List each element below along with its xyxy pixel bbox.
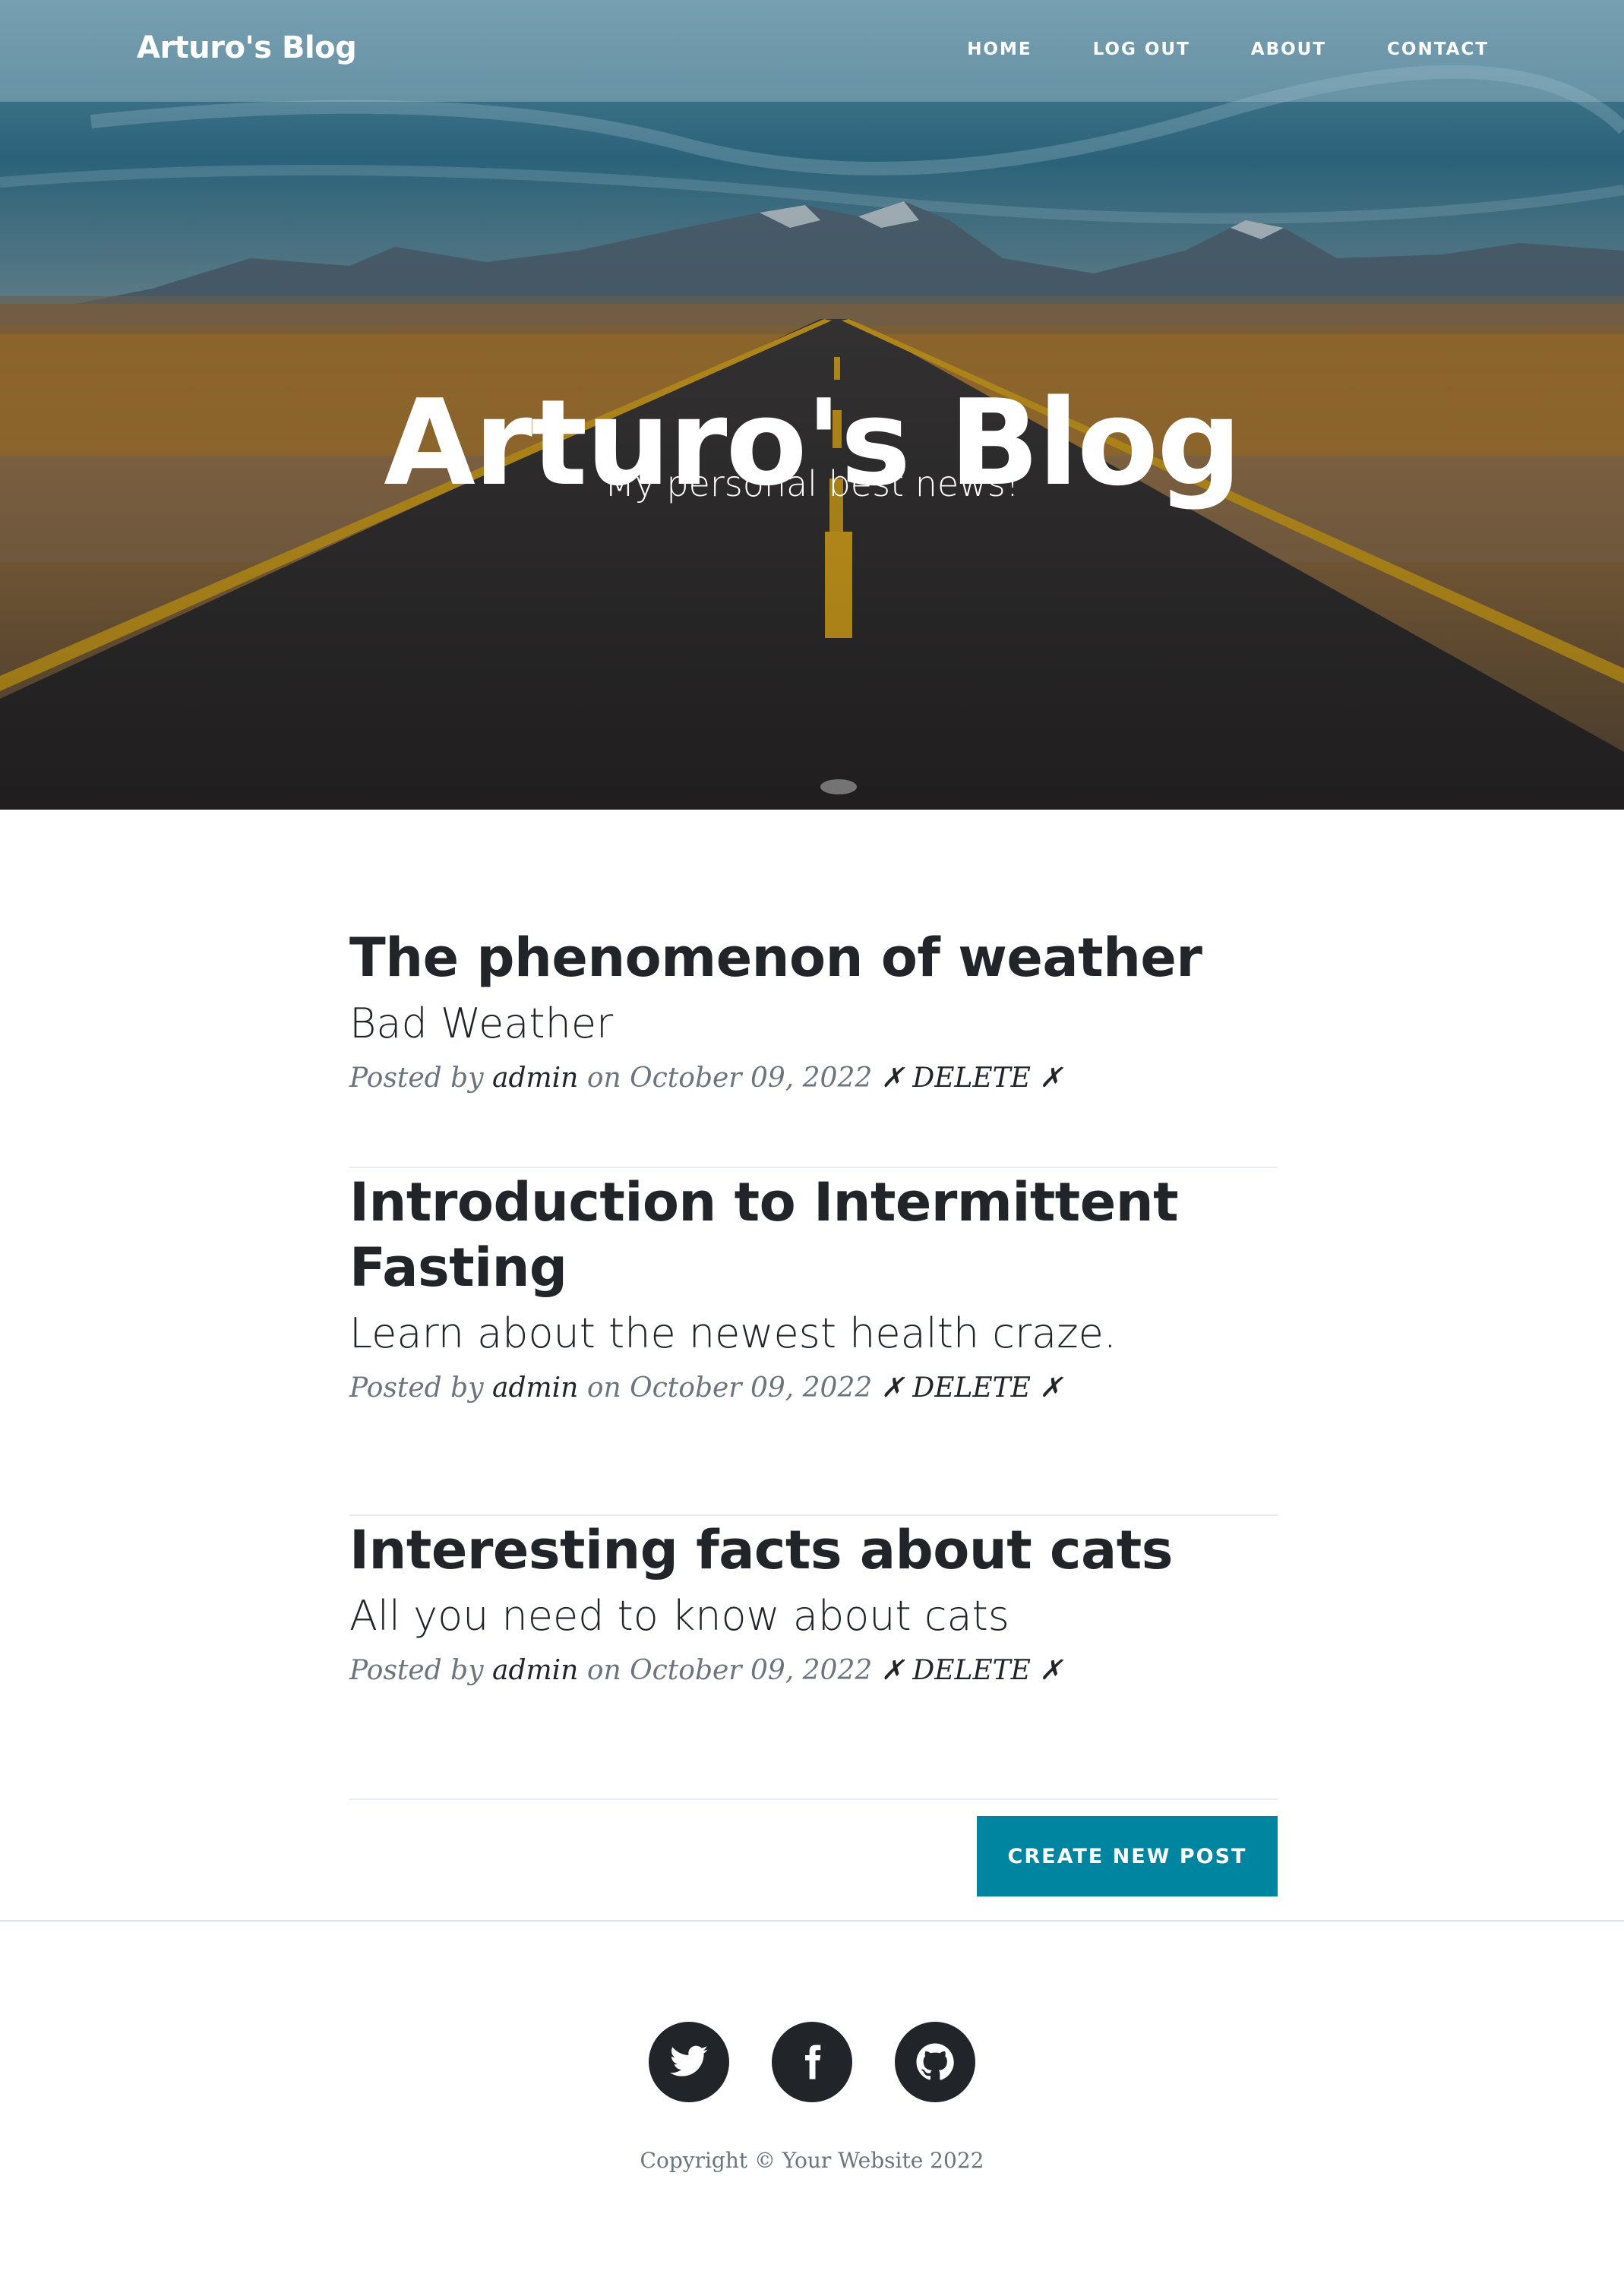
copyright-text: Copyright © Your Website 2022 (640, 2148, 984, 2173)
on-label: on (586, 1063, 621, 1094)
delete-post-link[interactable]: ✗ DELETE ✗ (881, 1655, 1063, 1686)
post-meta: Posted by admin on October 09, 2022 ✗ DE… (349, 1060, 1278, 1097)
posted-by-label: Posted by (349, 1372, 484, 1404)
post-date: October 09, 2022 (630, 1063, 873, 1094)
on-label: on (586, 1655, 621, 1686)
post-preview: Introduction to Intermittent Fasting Lea… (349, 1170, 1278, 1516)
nav-home-link[interactable]: HOME (967, 39, 1032, 59)
post-subtitle[interactable]: Learn about the newest health craze. (349, 1305, 1278, 1363)
facebook-link[interactable] (772, 2022, 852, 2102)
delete-post-link[interactable]: ✗ DELETE ✗ (881, 1063, 1063, 1094)
nav-links: HOME LOG OUT ABOUT CONTACT (967, 39, 1489, 59)
post-preview: Interesting facts about cats All you nee… (349, 1517, 1278, 1800)
hero-subtitle: My personal best news! (604, 463, 1020, 504)
facebook-icon (805, 2045, 821, 2079)
post-subtitle[interactable]: Bad Weather (349, 995, 1278, 1053)
delete-post-link[interactable]: ✗ DELETE ✗ (881, 1372, 1063, 1404)
masthead: Arturo's Blog HOME LOG OUT ABOUT CONTACT… (0, 0, 1624, 810)
github-link[interactable] (895, 2022, 975, 2102)
post-author-link[interactable]: admin (492, 1372, 578, 1404)
post-title-link[interactable]: Interesting facts about cats (349, 1517, 1278, 1583)
nav-about-link[interactable]: ABOUT (1251, 39, 1326, 59)
create-new-post-button[interactable]: CREATE NEW POST (977, 1816, 1278, 1896)
navbar: Arturo's Blog HOME LOG OUT ABOUT CONTACT (0, 0, 1624, 102)
post-author-link[interactable]: admin (492, 1063, 578, 1094)
post-meta: Posted by admin on October 09, 2022 ✗ DE… (349, 1653, 1278, 1689)
post-date: October 09, 2022 (630, 1655, 873, 1686)
nav-logout-link[interactable]: LOG OUT (1093, 39, 1190, 59)
post-author-link[interactable]: admin (492, 1655, 578, 1686)
footer-divider (0, 1920, 1624, 1922)
on-label: on (586, 1372, 621, 1404)
social-links (0, 2022, 1624, 2102)
twitter-icon (670, 2045, 708, 2076)
post-meta: Posted by admin on October 09, 2022 ✗ DE… (349, 1370, 1278, 1407)
post-subtitle[interactable]: All you need to know about cats (349, 1587, 1278, 1645)
nav-contact-link[interactable]: CONTACT (1387, 39, 1489, 59)
posted-by-label: Posted by (349, 1655, 484, 1686)
post-preview: The phenomenon of weather Bad Weather Po… (349, 925, 1278, 1168)
post-date: October 09, 2022 (630, 1372, 873, 1404)
post-title-link[interactable]: Introduction to Intermittent Fasting (349, 1170, 1278, 1300)
post-title-link[interactable]: The phenomenon of weather (349, 925, 1278, 990)
twitter-link[interactable] (649, 2022, 729, 2102)
github-icon (916, 2043, 954, 2080)
brand-link[interactable]: Arturo's Blog (137, 30, 357, 65)
posted-by-label: Posted by (349, 1063, 484, 1094)
